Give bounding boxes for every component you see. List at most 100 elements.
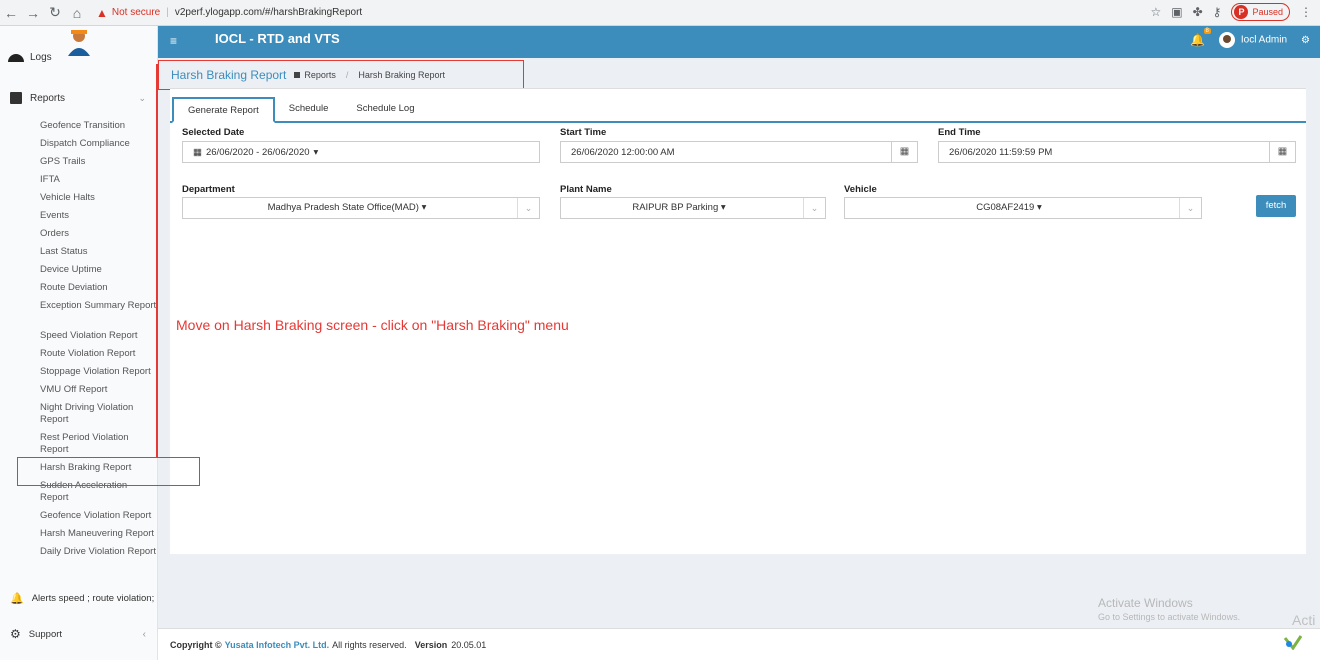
copyright-text: Copyright © <box>170 639 222 650</box>
version-number: 20.05.01 <box>451 639 487 650</box>
settings-icon[interactable]: ⚙ <box>1301 35 1310 46</box>
user-name: Iocl Admin <box>1240 34 1288 46</box>
support-label: Support <box>28 628 63 640</box>
sidebar-subitem[interactable]: Speed Violation Report <box>0 328 158 346</box>
fetch-button[interactable]: fetch <box>1256 195 1296 217</box>
puzzle-icon[interactable]: ✤ <box>1193 5 1203 19</box>
sidebar-subitem[interactable]: Last Status <box>0 244 158 262</box>
tab-schedule[interactable]: Schedule <box>275 97 343 121</box>
sidebar-subitem[interactable]: Route Violation Report <box>0 346 158 364</box>
vehicle-select[interactable]: CG08AF2419 ▾ ⌄ <box>844 197 1202 219</box>
forward-icon[interactable]: → <box>22 5 44 21</box>
annotation-highlight-box <box>17 457 200 486</box>
sidebar: Logs Reports ⌄ Geofence Transition Dispa… <box>0 26 158 660</box>
plant-name-select[interactable]: RAIPUR BP Parking ▾ ⌄ <box>560 197 826 219</box>
sidebar-item-support[interactable]: ⚙ Support ‹ <box>0 622 158 646</box>
end-time-input[interactable]: 26/06/2020 11:59:59 PM ▦ <box>938 141 1296 163</box>
caret-down-icon: ▾ <box>313 146 319 158</box>
sidebar-subitem[interactable]: Daily Drive Violation Report <box>0 544 158 574</box>
sidebar-subitem[interactable]: GPS Trails <box>0 154 158 172</box>
watermark-line2: Go to Settings to activate Windows. <box>1098 612 1241 622</box>
department-value: Madhya Pradesh State Office(MAD) ▾ <box>267 202 427 213</box>
annotation-text: Move on Harsh Braking screen - click on … <box>176 317 569 333</box>
alerts-label: Alerts speed ; route violation; <box>31 592 155 604</box>
sidebar-subitem[interactable]: IFTA <box>0 172 158 190</box>
key-icon[interactable]: ⚷ <box>1213 5 1222 19</box>
chevron-down-icon: ⌄ <box>138 92 146 103</box>
paused-label: Paused <box>1252 7 1283 17</box>
sidebar-subitem[interactable]: Orders <box>0 226 158 244</box>
company-link[interactable]: Yusata Infotech Pvt. Ltd. <box>225 640 330 650</box>
end-time-label: End Time <box>938 127 981 138</box>
sidebar-subitem[interactable]: Geofence Violation Report <box>0 508 158 526</box>
back-icon[interactable]: ← <box>0 5 22 21</box>
sidebar-subitem[interactable]: Dispatch Compliance <box>0 136 158 154</box>
header-actions: 🔔 8 Iocl Admin ⚙ <box>1190 28 1310 48</box>
watermark-line1: Activate Windows <box>1098 596 1193 610</box>
selected-date-label: Selected Date <box>182 127 245 138</box>
tab-schedule-log[interactable]: Schedule Log <box>342 97 428 121</box>
rights-text: All rights reserved. <box>332 639 407 650</box>
profile-paused-button[interactable]: P Paused <box>1231 3 1290 21</box>
hamburger-icon[interactable]: ≡ <box>170 34 177 48</box>
warning-icon: ▲ <box>96 5 108 20</box>
extension-icon[interactable]: ▣ <box>1171 5 1182 19</box>
sidebar-subitem[interactable]: Exception Summary Report <box>0 298 158 328</box>
version-label: Version <box>414 639 448 650</box>
bell-icon: 🔔 <box>10 592 24 605</box>
sidebar-subitem[interactable]: Stoppage Violation Report <box>0 364 158 382</box>
sidebar-subitem[interactable]: Vehicle Halts <box>0 190 158 208</box>
sidebar-subitem[interactable]: Rest Period Violation Report <box>0 430 158 460</box>
plant-name-label: Plant Name <box>560 184 612 195</box>
logs-icon <box>8 53 24 62</box>
selected-date-value: 26/06/2020 - 26/06/2020 <box>205 146 310 158</box>
address-separator: | <box>166 7 169 18</box>
end-calendar-icon[interactable]: ▦ <box>1269 142 1295 162</box>
vehicle-label: Vehicle <box>844 184 877 195</box>
chevron-left-icon: ‹ <box>142 628 146 640</box>
star-icon[interactable]: ☆ <box>1151 5 1162 19</box>
reports-label: Reports <box>30 92 66 104</box>
sidebar-subitem[interactable]: Geofence Transition <box>0 118 158 136</box>
start-calendar-icon[interactable]: ▦ <box>891 142 917 162</box>
selected-date-picker[interactable]: ▦ 26/06/2020 - 26/06/2020 ▾ <box>182 141 540 163</box>
not-secure-label: Not secure <box>111 7 161 18</box>
user-avatar <box>1218 32 1235 48</box>
chevron-down-icon: ⌄ <box>517 198 539 218</box>
user-menu[interactable]: Iocl Admin <box>1218 32 1288 48</box>
url-text: v2perf.ylogapp.com/#/harshBrakingReport <box>174 7 363 18</box>
breadcrumb-trail: Reports / Harsh Braking Report <box>294 70 445 80</box>
user-avatar-icon <box>68 30 90 56</box>
app-header: ≡ IOCL - RTD and VTS 🔔 8 Iocl Admin ⚙ <box>158 26 1320 58</box>
tab-generate-report[interactable]: Generate Report <box>172 97 275 123</box>
footer: Copyright © Yusata Infotech Pvt. Ltd. Al… <box>158 628 1320 660</box>
address-bar[interactable]: ▲ Not secure | v2perf.ylogapp.com/#/hars… <box>96 6 362 20</box>
browser-actions: ☆ ▣ ✤ ⚷ P Paused ⋮ <box>1151 3 1312 21</box>
chevron-down-icon: ⌄ <box>803 198 825 218</box>
home-icon[interactable]: ⌂ <box>66 5 88 21</box>
start-time-input[interactable]: 26/06/2020 12:00:00 AM ▦ <box>560 141 918 163</box>
reload-icon[interactable]: ↻ <box>44 4 66 21</box>
sidebar-subitem[interactable]: Night Driving Violation Report <box>0 400 158 430</box>
app-title: IOCL - RTD and VTS <box>215 31 340 46</box>
activate-windows-watermark: Activate Windows Go to Settings to activ… <box>1098 596 1240 622</box>
sidebar-subitem[interactable]: Route Deviation <box>0 280 158 298</box>
department-select[interactable]: Madhya Pradesh State Office(MAD) ▾ ⌄ <box>182 197 540 219</box>
sidebar-item-reports[interactable]: Reports ⌄ <box>0 86 158 110</box>
dashboard-icon <box>294 72 301 78</box>
sidebar-subitem[interactable]: Device Uptime <box>0 262 158 280</box>
sidebar-item-logs[interactable]: Logs <box>8 52 52 63</box>
sidebar-subitem[interactable]: Harsh Maneuvering Report <box>0 526 158 544</box>
sidebar-item-alerts[interactable]: 🔔 Alerts speed ; route violation; <box>0 586 158 610</box>
breadcrumb-parent[interactable]: Reports <box>304 70 336 80</box>
browser-toolbar: ← → ↻ ⌂ ▲ Not secure | v2perf.ylogapp.co… <box>0 0 1320 26</box>
department-label: Department <box>182 184 235 195</box>
profile-avatar: P <box>1234 5 1249 19</box>
notification-badge: 8 <box>1203 28 1211 34</box>
notification-bell-icon[interactable]: 🔔 8 <box>1190 28 1211 47</box>
start-time-value: 26/06/2020 12:00:00 AM <box>571 146 675 158</box>
watermark-fragment: Acti <box>1292 612 1316 628</box>
sidebar-subitem[interactable]: Events <box>0 208 158 226</box>
more-menu-icon[interactable]: ⋮ <box>1300 5 1312 19</box>
sidebar-subitem[interactable]: VMU Off Report <box>0 382 158 400</box>
